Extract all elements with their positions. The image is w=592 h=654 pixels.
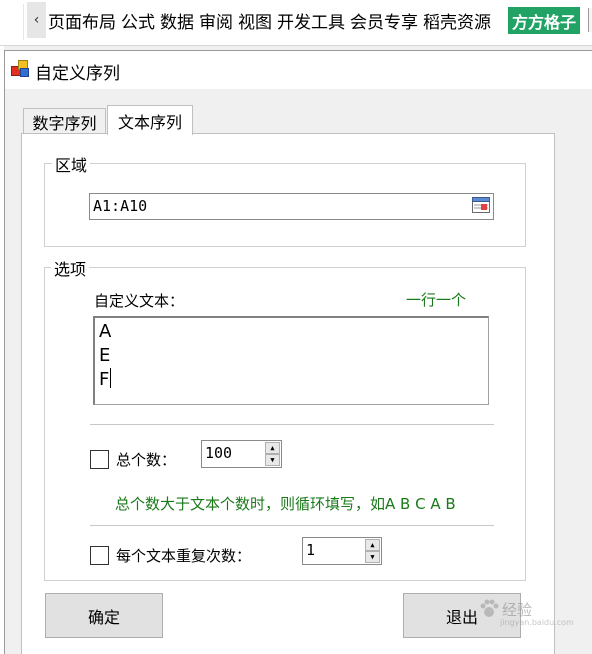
watermark-text: 经验 [502,600,533,619]
dialog-titlebar[interactable]: 自定义序列 [5,51,592,89]
separator [90,424,494,425]
options-group-label: 选项 [51,256,90,280]
custom-text-textarea[interactable]: A E F [93,316,489,405]
ribbon-tab-view[interactable]: 视图 [238,8,272,33]
total-count-label: 总个数： [116,451,177,469]
ribbon-tab-plugin[interactable]: 方方格子 [508,7,581,34]
app-icon [11,60,29,78]
separator [90,525,494,526]
ribbon-left-edge [0,4,24,40]
spin-down-icon[interactable]: ▼ [265,454,280,466]
repeat-count-spin-buttons: ▲ ▼ [365,539,380,563]
spin-up-icon[interactable]: ▲ [265,442,280,454]
watermark: 经验 jingyan.baidu.com [478,598,574,627]
custom-text-line: F [99,368,112,390]
range-select-icon[interactable] [470,195,492,215]
region-range-input[interactable]: A1:A10 [89,193,494,220]
text-caret [110,368,112,388]
watermark-sub: jingyan.baidu.com [500,618,574,627]
region-range-value: A1:A10 [93,197,148,215]
repeat-count-checkbox[interactable] [90,546,109,565]
ribbon-tab-data[interactable]: 数据 [160,8,194,33]
region-group-label: 区域 [52,152,91,176]
spin-down-icon[interactable]: ▼ [365,551,380,563]
ribbon-tab-page-layout[interactable]: 页面布局 [48,8,116,33]
ribbon-tab-developer[interactable]: 开发工具 [277,8,345,33]
total-count-spin-buttons: ▲ ▼ [265,442,280,466]
ribbon-bar: ‹ 页面布局 公式 数据 审阅 视图 开发工具 会员专享 稻壳资源 方方格子 [0,0,592,46]
total-count-value: 100 [205,444,233,462]
total-count-checkbox[interactable] [90,450,109,469]
dialog-title: 自定义序列 [35,64,120,84]
repeat-count-value: 1 [306,541,316,559]
ribbon-right-edge [588,8,592,32]
ribbon-tab-daoke[interactable]: 稻壳资源 [423,8,491,33]
ribbon-scroll-left-button[interactable]: ‹ [27,2,46,38]
total-count-hint: 总个数大于文本个数时，则循环填写，如A B C A B [115,495,456,513]
ribbon-tab-review[interactable]: 审阅 [199,8,233,33]
custom-text-line: A [99,321,112,342]
custom-text-label: 自定义文本： [94,292,185,310]
tab-number-sequence[interactable]: 数字序列 [23,108,106,135]
custom-text-line: E [99,345,111,366]
ok-button[interactable]: 确定 [45,593,163,638]
chevron-left-icon: ‹ [33,12,40,28]
baidu-paw-icon [480,599,499,617]
tab-text-sequence[interactable]: 文本序列 [107,105,193,135]
spin-up-icon[interactable]: ▲ [365,539,380,551]
repeat-count-spinner[interactable]: 1 ▲ ▼ [302,537,382,565]
total-count-spinner[interactable]: 100 ▲ ▼ [201,440,282,468]
ribbon-tab-formulas[interactable]: 公式 [121,8,155,33]
ribbon-menu: 页面布局 公式 数据 审阅 视图 开发工具 会员专享 稻壳资源 [48,6,496,34]
repeat-count-label: 每个文本重复次数： [116,547,252,565]
ribbon-tab-member[interactable]: 会员专享 [350,8,418,33]
per-line-hint: 一行一个 [406,291,467,309]
